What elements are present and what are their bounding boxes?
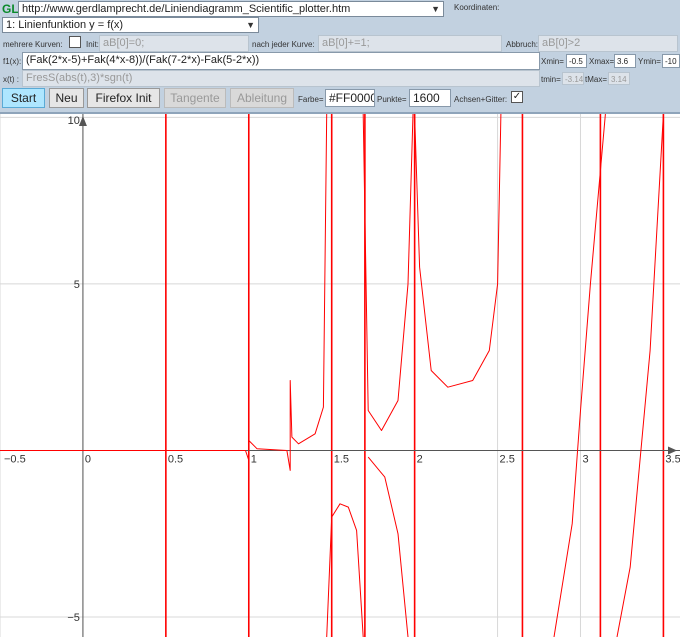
- asymptote-lines: [165, 114, 665, 637]
- after-curve-input[interactable]: aB[0]+=1;: [318, 35, 502, 52]
- chevron-down-icon: ▼: [246, 20, 255, 30]
- x-tick-label: 3.5: [665, 453, 680, 465]
- url-select-value: http://www.gerdlamprecht.de/Liniendiagra…: [22, 3, 351, 15]
- x-tick-label: 0.5: [168, 453, 183, 465]
- color-label: Farbe=: [298, 95, 324, 104]
- url-select[interactable]: http://www.gerdlamprecht.de/Liniendiagra…: [18, 1, 444, 17]
- xt-input[interactable]: FresS(abs(t),3)*sgn(t): [22, 70, 540, 87]
- ymin-label: Ymin=: [638, 57, 661, 66]
- x-tick-label: 3: [582, 453, 588, 465]
- mode-select[interactable]: 1: Linienfunktion y = f(x) ▼: [2, 17, 259, 33]
- xmax-label: Xmax=: [589, 57, 615, 66]
- xmin-label: Xmin=: [541, 57, 564, 66]
- tangent-button[interactable]: Tangente: [164, 88, 226, 108]
- tmin-label: tmin=: [541, 75, 561, 84]
- color-input[interactable]: #FF0000: [325, 89, 375, 107]
- tmax-label: tMax=: [585, 75, 608, 84]
- plot-canvas[interactable]: −0.5 0 0.5 1 1.5 2 2.5 3 3.5 10 5 −5: [0, 114, 680, 637]
- firefox-init-button[interactable]: Firefox Init: [87, 88, 160, 108]
- after-curve-label: nach jeder Kurve:: [252, 40, 315, 49]
- chevron-down-icon: ▼: [431, 4, 440, 14]
- start-button[interactable]: Start: [2, 88, 45, 108]
- grid-lines: [0, 114, 680, 637]
- axes-grid-checkbox[interactable]: ✓: [511, 91, 523, 103]
- axes-grid-label: Achsen+Gitter:: [454, 95, 508, 104]
- tmin-input[interactable]: -3.14: [562, 72, 584, 85]
- y-tick-label: 10: [68, 115, 80, 127]
- logo: GL: [2, 2, 19, 16]
- init-input[interactable]: aB[0]=0;: [99, 35, 249, 52]
- x-tick-labels: −0.5 0 0.5 1 1.5 2 2.5 3 3.5: [4, 453, 680, 465]
- points-input[interactable]: 1600: [409, 89, 451, 107]
- ymin-input[interactable]: -10: [662, 54, 680, 68]
- curve-segment: [414, 114, 502, 388]
- curve-segment: [616, 114, 664, 637]
- xmax-input[interactable]: 3.6: [614, 54, 636, 68]
- tmax-input[interactable]: 3.14: [608, 72, 630, 85]
- abort-input[interactable]: aB[0]>2: [538, 35, 678, 52]
- curve-segment: [362, 114, 414, 431]
- derivative-button[interactable]: Ableitung: [230, 88, 294, 108]
- x-tick-label: 2: [417, 453, 423, 465]
- abort-label: Abbruch:: [506, 40, 539, 49]
- y-tick-label: 5: [74, 279, 80, 291]
- y-tick-labels: 10 5 −5: [67, 115, 80, 624]
- xt-label: x(t) :: [3, 75, 19, 84]
- x-tick-label: 1: [251, 453, 257, 465]
- init-label: Init:: [86, 40, 99, 49]
- multi-curves-label: mehrere Kurven:: [3, 40, 63, 49]
- x-tick-label: 0: [85, 453, 91, 465]
- xmin-input[interactable]: -0.5: [566, 54, 587, 68]
- toolbar: GL http://www.gerdlamprecht.de/Liniendia…: [0, 0, 680, 114]
- x-tick-label: −0.5: [4, 453, 26, 465]
- points-label: Punkte=: [377, 95, 407, 104]
- multi-curves-checkbox[interactable]: [69, 36, 81, 48]
- checkmark-icon: ✓: [512, 91, 522, 102]
- curve-segment: [0, 114, 250, 461]
- mode-select-value: 1: Linienfunktion y = f(x): [6, 19, 124, 31]
- coords-label: Koordinaten:: [454, 3, 500, 12]
- curve-segment: [553, 114, 606, 637]
- new-button[interactable]: Neu: [49, 88, 84, 108]
- curve-segment: [248, 114, 328, 471]
- f1-input[interactable]: (Fak(2*x-5)+Fak(4*x-8))/(Fak(7-2*x)-Fak(…: [22, 52, 540, 70]
- curve-segment: [367, 456, 409, 637]
- x-tick-label: 2.5: [500, 453, 515, 465]
- x-tick-label: 1.5: [334, 453, 349, 465]
- axes: [0, 114, 680, 637]
- f1-label: f1(x):: [3, 57, 22, 66]
- y-tick-label: −5: [67, 612, 80, 624]
